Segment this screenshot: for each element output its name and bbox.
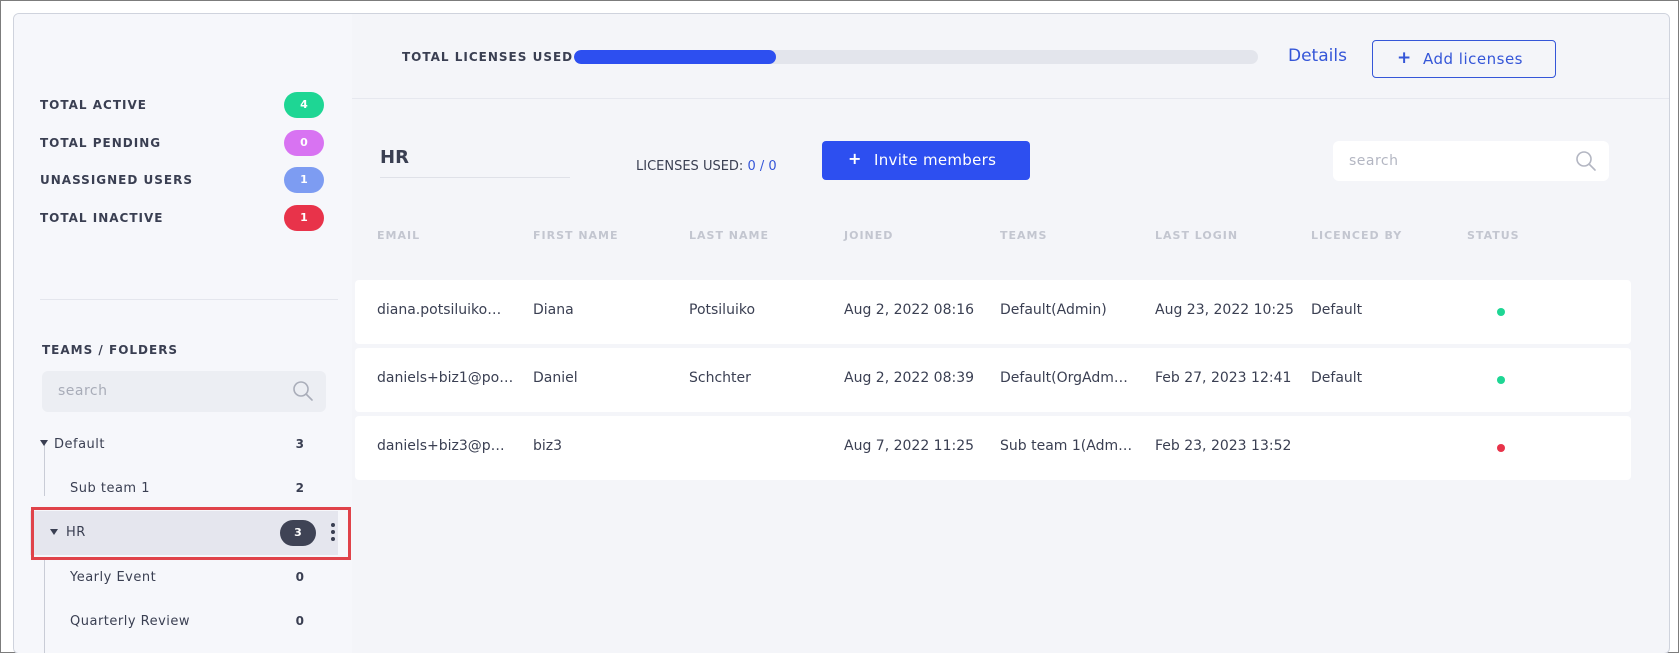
cell-teams: Sub team 1(Adm… bbox=[1000, 438, 1133, 454]
column-header-licenced-by[interactable]: LICENCED BY bbox=[1311, 229, 1402, 242]
teams-search-input[interactable]: search bbox=[42, 371, 326, 412]
column-header-email[interactable]: EMAIL bbox=[377, 229, 420, 242]
status-dot bbox=[1497, 308, 1505, 316]
column-header-teams[interactable]: TEAMS bbox=[1000, 229, 1047, 242]
cell-teams: Default(OrgAdm… bbox=[1000, 370, 1128, 386]
column-header-status[interactable]: STATUS bbox=[1467, 229, 1520, 242]
members-search-input[interactable]: search bbox=[1333, 141, 1609, 181]
table-row[interactable]: daniels+biz3@p… biz3 Aug 7, 2022 11:25 S… bbox=[355, 416, 1631, 480]
table-row[interactable]: daniels+biz1@po… Daniel Schchter Aug 2, … bbox=[355, 348, 1631, 412]
tree-item-quarterly-review[interactable]: Quarterly Review 0 bbox=[24, 603, 314, 643]
licenses-used-label: LICENSES USED: bbox=[636, 159, 744, 174]
search-icon[interactable] bbox=[1575, 150, 1597, 172]
status-dot bbox=[1497, 376, 1505, 384]
stat-count-badge: 4 bbox=[284, 92, 324, 118]
add-licenses-label: Add licenses bbox=[1423, 50, 1523, 68]
cell-email: daniels+biz1@po… bbox=[377, 370, 513, 386]
stat-total-pending[interactable]: TOTAL PENDING 0 bbox=[40, 130, 324, 156]
invite-members-label: Invite members bbox=[874, 151, 997, 169]
details-link[interactable]: Details bbox=[1288, 46, 1347, 66]
caret-down-icon[interactable] bbox=[40, 440, 48, 446]
cell-first-name: biz3 bbox=[533, 438, 563, 454]
stat-count-badge: 0 bbox=[284, 130, 324, 156]
search-placeholder: search bbox=[58, 383, 108, 399]
licenses-progress-bar bbox=[574, 50, 1258, 64]
teams-folders-title: TEAMS / FOLDERS bbox=[42, 343, 179, 357]
licenses-used-indicator: LICENSES USED: 0 / 0 bbox=[636, 159, 777, 174]
tree-item-label: Sub team 1 bbox=[70, 481, 151, 496]
cell-joined: Aug 2, 2022 08:39 bbox=[844, 370, 975, 386]
tree-item-sub-team-1[interactable]: Sub team 1 2 bbox=[24, 470, 314, 510]
plus-icon: + bbox=[848, 149, 862, 168]
cell-last-login: Aug 23, 2022 10:25 bbox=[1155, 302, 1294, 318]
tree-item-count: 0 bbox=[295, 570, 304, 584]
stat-label: TOTAL ACTIVE bbox=[40, 98, 147, 112]
stat-total-inactive[interactable]: TOTAL INACTIVE 1 bbox=[40, 205, 324, 231]
cell-last-name: Potsiluiko bbox=[689, 302, 756, 318]
cell-first-name: Diana bbox=[533, 302, 574, 318]
cell-last-login: Feb 23, 2023 13:52 bbox=[1155, 438, 1292, 454]
stat-label: TOTAL INACTIVE bbox=[40, 211, 164, 225]
tree-item-label: Yearly Event bbox=[70, 570, 157, 585]
cell-licenced-by: Default bbox=[1311, 302, 1363, 318]
stat-count-badge: 1 bbox=[284, 167, 324, 193]
cell-joined: Aug 7, 2022 11:25 bbox=[844, 438, 975, 454]
stat-label: UNASSIGNED USERS bbox=[40, 173, 193, 187]
table-row[interactable]: diana.potsiluiko… Diana Potsiluiko Aug 2… bbox=[355, 280, 1631, 344]
cell-first-name: Daniel bbox=[533, 370, 578, 386]
status-dot bbox=[1497, 444, 1505, 452]
tree-item-count: 2 bbox=[295, 481, 304, 495]
cell-teams: Default(Admin) bbox=[1000, 302, 1107, 318]
team-title-underline bbox=[380, 177, 570, 178]
tree-item-label: Default bbox=[54, 437, 105, 452]
licenses-progress-fill bbox=[574, 50, 776, 64]
column-header-last-login[interactable]: LAST LOGIN bbox=[1155, 229, 1238, 242]
tree-item-yearly-event[interactable]: Yearly Event 0 bbox=[24, 559, 314, 599]
stat-label: TOTAL PENDING bbox=[40, 136, 162, 150]
cell-licenced-by: Default bbox=[1311, 370, 1363, 386]
selection-highlight-box bbox=[31, 507, 351, 560]
cell-joined: Aug 2, 2022 08:16 bbox=[844, 302, 975, 318]
license-bar: TOTAL LICENSES USED Details + Add licens… bbox=[352, 14, 1669, 99]
total-licenses-label: TOTAL LICENSES USED bbox=[402, 50, 574, 64]
search-placeholder: search bbox=[1349, 153, 1399, 169]
window-frame: TOTAL ACTIVE 4 TOTAL PENDING 0 UNASSIGNE… bbox=[0, 0, 1679, 653]
invite-members-button[interactable]: + Invite members bbox=[822, 141, 1030, 180]
stat-unassigned-users[interactable]: UNASSIGNED USERS 1 bbox=[40, 167, 324, 193]
cell-last-name: Schchter bbox=[689, 370, 751, 386]
cell-email: daniels+biz3@p… bbox=[377, 438, 505, 454]
stat-total-active[interactable]: TOTAL ACTIVE 4 bbox=[40, 92, 324, 118]
tree-item-count: 3 bbox=[295, 437, 304, 451]
search-icon[interactable] bbox=[292, 380, 314, 402]
column-header-first-name[interactable]: FIRST NAME bbox=[533, 229, 619, 242]
stat-count-badge: 1 bbox=[284, 205, 324, 231]
tree-item-default[interactable]: Default 3 bbox=[24, 426, 314, 466]
licenses-used-value[interactable]: 0 / 0 bbox=[747, 159, 776, 174]
team-title[interactable]: HR bbox=[380, 147, 409, 168]
sidebar: TOTAL ACTIVE 4 TOTAL PENDING 0 UNASSIGNE… bbox=[14, 14, 352, 653]
dashboard-panel: TOTAL ACTIVE 4 TOTAL PENDING 0 UNASSIGNE… bbox=[13, 13, 1670, 653]
column-header-last-name[interactable]: LAST NAME bbox=[689, 229, 769, 242]
add-licenses-button[interactable]: + Add licenses bbox=[1372, 40, 1556, 78]
tree-item-count: 0 bbox=[295, 614, 304, 628]
cell-email: diana.potsiluiko… bbox=[377, 302, 502, 318]
tree-item-label: Quarterly Review bbox=[70, 614, 191, 629]
cell-last-login: Feb 27, 2023 12:41 bbox=[1155, 370, 1292, 386]
plus-icon: + bbox=[1397, 48, 1412, 68]
sidebar-divider bbox=[40, 299, 338, 300]
column-header-joined[interactable]: JOINED bbox=[844, 229, 893, 242]
